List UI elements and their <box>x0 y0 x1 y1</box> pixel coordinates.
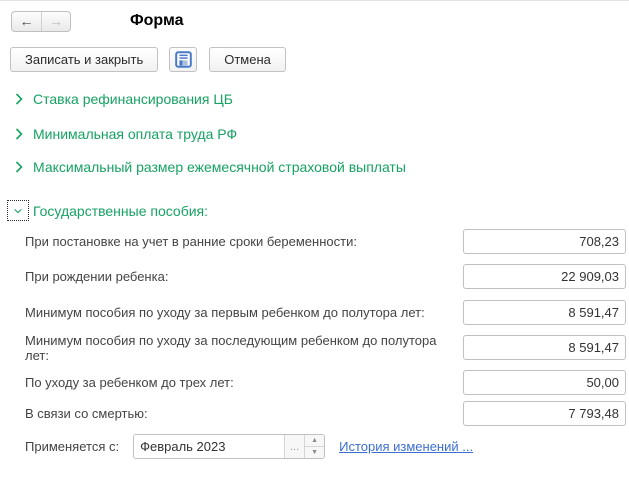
section-minimum-wage[interactable]: Минимальная оплата труда РФ <box>15 125 629 143</box>
section-max-insurance-payment[interactable]: Максимальный размер ежемесячной страхово… <box>15 158 629 176</box>
amount-input-first-child-care[interactable] <box>463 300 626 325</box>
benefit-row-first-child-care: Минимум пособия по уходу за первым ребен… <box>25 300 626 325</box>
field-label: Минимум пособия по уходу за последующим … <box>25 333 463 363</box>
apply-from-date-input[interactable] <box>134 435 284 458</box>
chevron-right-icon <box>15 161 23 173</box>
back-button[interactable]: ← <box>12 12 41 31</box>
save-button[interactable] <box>169 47 197 72</box>
amount-input-death[interactable] <box>463 401 626 426</box>
section-label: Государственные пособия: <box>33 202 208 220</box>
toolbar: Записать и закрыть Отмена <box>10 47 629 72</box>
amount-input-early-pregnancy[interactable] <box>463 229 626 254</box>
page-title: Форма <box>130 12 184 30</box>
field-label: Минимум пособия по уходу за первым ребен… <box>25 305 431 320</box>
section-label: Максимальный размер ежемесячной страхово… <box>33 158 406 176</box>
apply-from-date-control: ... ▲ ▼ <box>133 434 325 459</box>
form-window: ← → Форма Записать и закрыть Отмена <box>0 0 629 478</box>
apply-from-label: Применяется с: <box>25 439 125 454</box>
focus-outline <box>7 200 29 221</box>
nav-history-group: ← → <box>11 11 71 32</box>
titlebar: ← → Форма <box>0 1 629 32</box>
floppy-disk-icon <box>175 51 192 68</box>
date-picker-ellipsis-button[interactable]: ... <box>284 435 304 458</box>
apply-from-row: Применяется с: ... ▲ ▼ История изменений… <box>25 434 629 459</box>
chevron-down-icon <box>14 207 22 215</box>
benefits-form: При постановке на учет в ранние сроки бе… <box>0 229 629 426</box>
spin-down-icon[interactable]: ▼ <box>305 446 324 458</box>
forward-arrow-icon: → <box>49 13 63 29</box>
save-and-close-button[interactable]: Записать и закрыть <box>10 47 158 72</box>
benefit-row-child-under-three: По уходу за ребенком до трех лет: <box>25 370 626 395</box>
benefit-row-early-pregnancy: При постановке на учет в ранние сроки бе… <box>25 229 626 254</box>
chevron-right-icon <box>15 128 23 140</box>
amount-input-child-under-three[interactable] <box>463 370 626 395</box>
back-arrow-icon: ← <box>20 13 34 29</box>
history-of-changes-link[interactable]: История изменений ... <box>339 439 473 454</box>
forward-button[interactable]: → <box>41 12 70 31</box>
section-label: Минимальная оплата труда РФ <box>33 125 237 143</box>
section-state-benefits[interactable]: Государственные пособия: <box>15 200 629 221</box>
benefit-row-death: В связи со смертью: <box>25 401 626 426</box>
field-label: По уходу за ребенком до трех лет: <box>25 375 240 390</box>
benefit-row-next-child-care: Минимум пособия по уходу за последующим … <box>25 335 626 360</box>
benefit-row-child-birth: При рождении ребенка: <box>25 264 626 289</box>
sections-list: Ставка рефинансирования ЦБ Минимальная о… <box>15 90 629 221</box>
spin-up-icon[interactable]: ▲ <box>305 435 324 446</box>
field-label: При постановке на учет в ранние сроки бе… <box>25 234 363 249</box>
amount-input-next-child-care[interactable] <box>463 335 626 360</box>
cancel-button[interactable]: Отмена <box>209 47 286 72</box>
field-label: В связи со смертью: <box>25 406 154 421</box>
amount-input-child-birth[interactable] <box>463 264 626 289</box>
section-refinancing-rate[interactable]: Ставка рефинансирования ЦБ <box>15 90 629 108</box>
date-spinner: ▲ ▼ <box>304 435 324 458</box>
chevron-right-icon <box>15 93 23 105</box>
field-label: При рождении ребенка: <box>25 269 174 284</box>
section-label: Ставка рефинансирования ЦБ <box>33 90 233 108</box>
